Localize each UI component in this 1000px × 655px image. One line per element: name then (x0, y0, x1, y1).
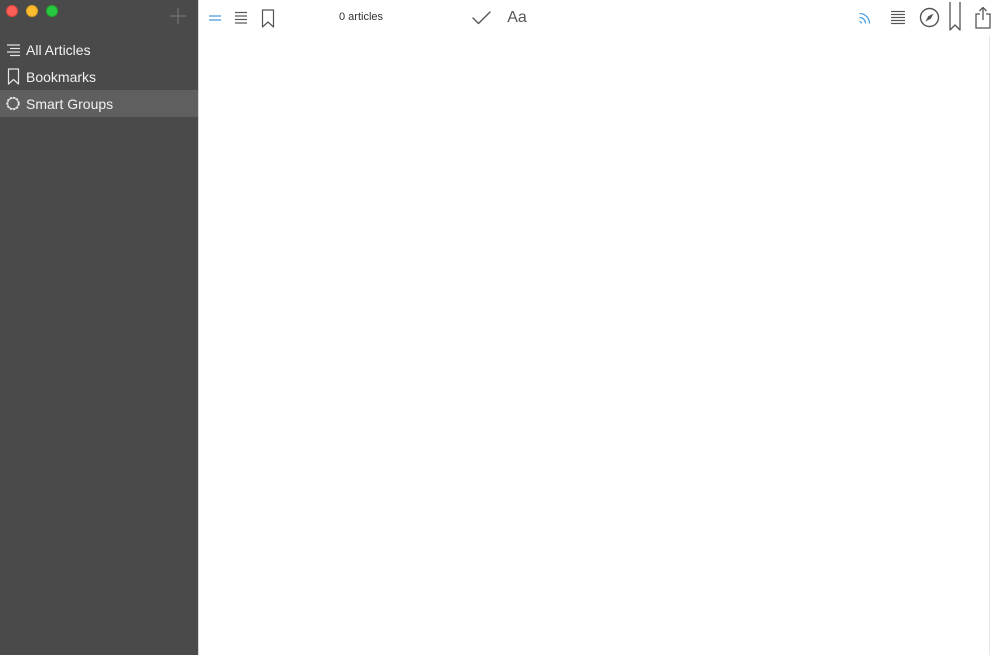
bookmark-icon (949, 1, 961, 31)
plus-icon (170, 8, 186, 24)
bookmarks-filter-button[interactable] (260, 8, 276, 28)
app-window: All Articles Bookmarks Smart Groups 0 ar… (0, 0, 1000, 655)
mark-all-read-button[interactable] (471, 9, 491, 27)
zoom-window-button[interactable] (46, 5, 58, 17)
reader-view-button[interactable] (889, 8, 907, 26)
sidebar-item-label: Bookmarks (26, 68, 97, 85)
sidebar: All Articles Bookmarks Smart Groups (0, 0, 198, 655)
sidebar-nav: All Articles Bookmarks Smart Groups (0, 36, 198, 117)
open-in-browser-button[interactable] (918, 6, 940, 28)
bookmark-article-button[interactable] (948, 1, 962, 31)
close-window-button[interactable] (6, 5, 18, 17)
list-view-button[interactable] (233, 9, 249, 27)
double-line-button[interactable] (207, 9, 223, 27)
list-icon (235, 11, 247, 24)
list-icon (5, 41, 21, 59)
bookmark-icon (5, 68, 21, 86)
gear-outline-icon (5, 95, 21, 113)
sidebar-item-label: All Articles (26, 41, 91, 58)
add-button[interactable] (169, 7, 187, 25)
content-divider (989, 36, 990, 655)
sidebar-item-all-articles[interactable]: All Articles (0, 36, 198, 63)
sidebar-item-bookmarks[interactable]: Bookmarks (0, 63, 198, 90)
minimize-window-button[interactable] (26, 5, 38, 17)
article-count: 0 articles (339, 11, 384, 23)
sidebar-item-smart-groups[interactable]: Smart Groups (0, 90, 198, 117)
checkmark-icon (471, 11, 491, 25)
sidebar-item-label: Smart Groups (26, 95, 114, 112)
font-settings-button[interactable]: Aa (505, 7, 529, 29)
window-controls (6, 5, 58, 17)
share-button[interactable] (974, 5, 992, 29)
text-lines-icon (891, 10, 905, 24)
toolbar: 0 articles Aa (199, 0, 1000, 36)
compass-icon (919, 7, 939, 27)
bookmark-icon (261, 8, 275, 28)
main-pane: 0 articles Aa (198, 0, 1000, 655)
rss-icon (859, 12, 871, 24)
double-line-icon (209, 15, 221, 21)
share-icon (975, 6, 991, 29)
rss-button[interactable] (857, 8, 875, 26)
